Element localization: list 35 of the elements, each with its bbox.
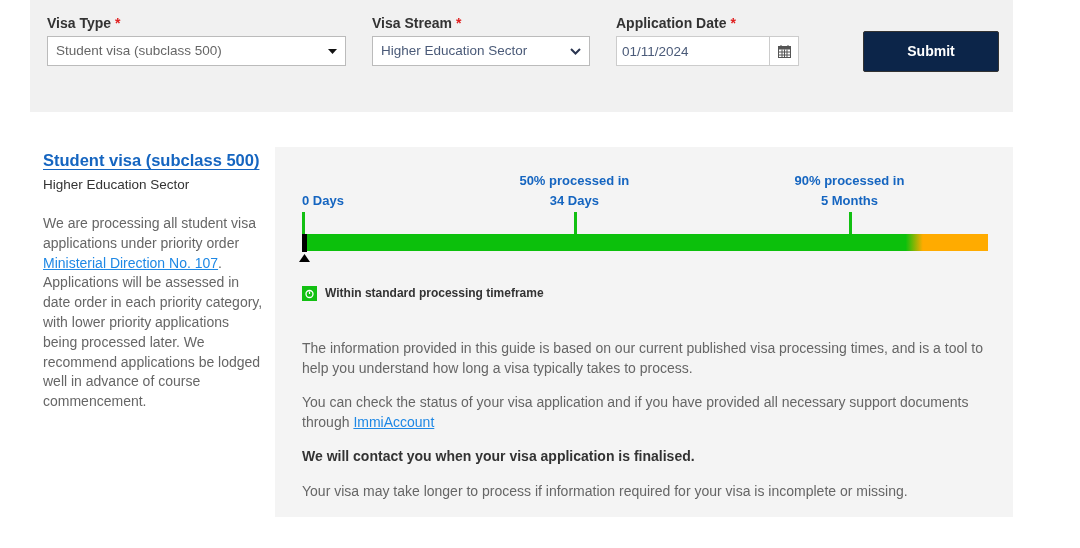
pointer-icon	[299, 254, 310, 262]
chevron-icon	[570, 47, 581, 55]
info-paragraph: Your visa may take longer to process if information required for your visa is incomplete or missing.	[302, 481, 909, 501]
required-mark: *	[455, 14, 462, 30]
milestone-label: 90% processed in	[794, 172, 905, 190]
direction-link[interactable]: Ministerial Direction No. 107	[43, 254, 219, 271]
info-paragraph: You can check the status of your visa application and if you have provided all necessary support documents through ImmiAccount	[302, 393, 970, 432]
field-label: Visa Type	[47, 14, 112, 30]
date-field[interactable]: 01/11/2024	[616, 36, 770, 66]
submit-button[interactable]: Submit	[863, 31, 999, 72]
immiaccount-link[interactable]: ImmiAccount	[353, 413, 435, 430]
milestone-label: 50% processed in	[519, 172, 630, 190]
position-marker	[302, 234, 307, 252]
milestone-label: 5 Months	[820, 192, 878, 210]
info-paragraph: We will contact you when your visa application is finalised.	[302, 447, 696, 466]
field-label: Application Date	[616, 14, 727, 30]
calendar-button[interactable]	[770, 36, 799, 66]
milestone-label: 0 Days	[302, 192, 344, 210]
dropdown-field[interactable]: Higher Education Sector	[372, 36, 590, 66]
info-paragraph: The information provided in this guide is based on our current published visa processing times, and is a tool to help you understand how long a visa typically takes to process.	[302, 339, 984, 378]
status-text: Within standard processing timeframe	[325, 285, 544, 302]
milestone-tick	[302, 212, 305, 234]
timer-icon	[302, 285, 317, 301]
required-mark: *	[730, 14, 736, 30]
required-mark: *	[115, 14, 121, 30]
select-field[interactable]: Student visa (subclass 500)	[47, 36, 346, 66]
field-label: Visa Stream	[372, 14, 452, 30]
visa-stream-text: Higher Education Sector	[43, 175, 191, 194]
milestone-label: 34 Days	[549, 192, 599, 210]
milestone-tick	[574, 212, 578, 234]
caret-icon	[328, 48, 337, 54]
calendar-icon	[777, 44, 791, 58]
milestone-tick	[849, 212, 853, 234]
processing-note: We are processing all student visa applications under priority order Ministerial Direction No. 107. Applications will be assessed in date order in each priority category, with lower priority applications being processed later. We recommend applications be lodged well in advance of course commencement.	[43, 214, 264, 412]
visa-title-link[interactable]: Student visa (subclass 500)	[43, 148, 260, 173]
